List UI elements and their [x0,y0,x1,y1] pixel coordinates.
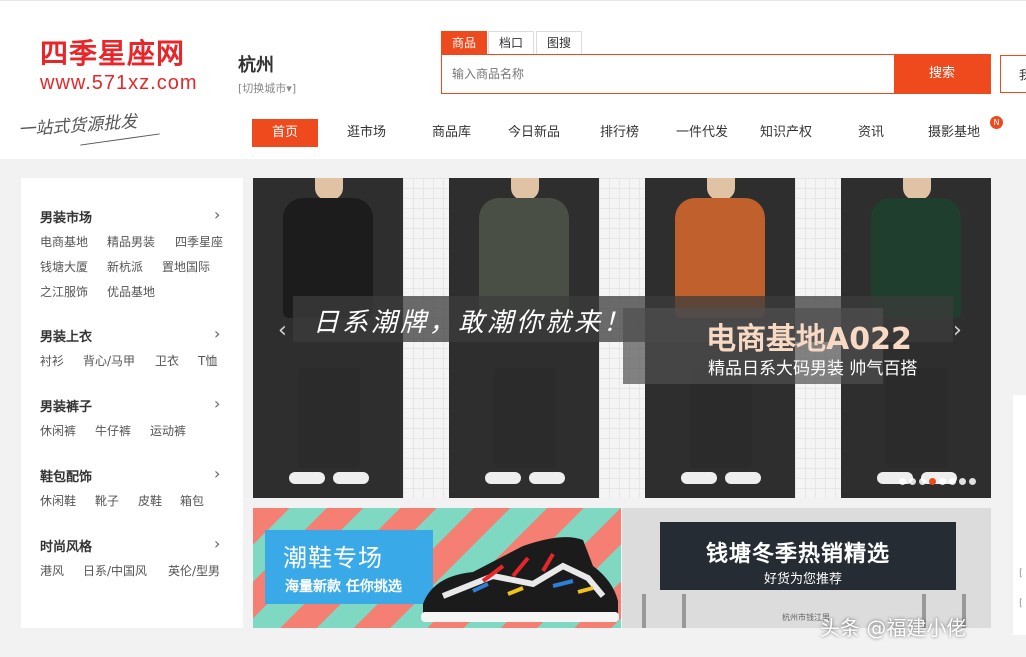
category-title[interactable]: 鞋包配饰 [40,466,92,485]
chevron-right-icon[interactable]: › [214,396,220,412]
nav-ranking[interactable]: 排行榜 [600,119,639,147]
banner-promo-sub: 精品日系大码男装 帅气百搭 [708,359,918,379]
search-tab-image[interactable]: 图搜 [536,31,582,54]
site-header: 四季星座网 www.571xz.com 一站式货源批发 杭州 [切换城市▾] 商… [0,0,1026,159]
category-link[interactable]: 钱塘大厦 [40,258,88,275]
sneaker-icon [421,537,619,622]
search-extra-button[interactable]: 我 [1000,55,1026,93]
model-shoe [333,472,369,484]
category-link[interactable]: 之江服饰 [40,283,88,300]
model-pants [298,368,360,468]
category-link[interactable]: 卫衣 [155,352,179,369]
category-link[interactable]: 港风 [40,562,64,579]
search-box: 搜索 [441,54,991,94]
logo-url: www.571xz.com [40,72,198,94]
category-link[interactable]: 皮鞋 [138,492,162,509]
slogan-underline [80,133,160,146]
chevron-right-icon[interactable]: › [214,536,220,552]
nav-products[interactable]: 商品库 [432,119,471,147]
nav-home[interactable]: 首页 [252,119,318,147]
winter-promo-title: 钱塘冬季热销精选 [706,542,891,567]
category-link[interactable]: 衬衫 [40,352,64,369]
model-shoe [529,472,565,484]
new-badge: N [990,116,1003,129]
category-link[interactable]: 休闲裤 [40,422,76,439]
search-input[interactable] [442,55,894,93]
model-face [707,178,735,200]
nav-ip[interactable]: 知识产权 [760,119,812,147]
carousel-dot[interactable] [899,478,906,485]
category-link[interactable]: 休闲鞋 [40,492,76,509]
chevron-right-icon[interactable]: › [214,326,220,342]
category-link[interactable]: 四季星座 [175,233,223,250]
nav-new-today[interactable]: 今日新品 [508,119,560,147]
nav-dropship[interactable]: 一件代发 [676,119,728,147]
model-shoe [289,472,325,484]
search-button[interactable]: 搜索 [894,55,990,93]
category-link[interactable]: 电商基地 [40,233,88,250]
category-link[interactable]: 日系/中国风 [83,562,147,579]
hero-carousel[interactable]: 日系潮牌，敢潮你就来！ 电商基地A022 精品日系大码男装 帅气百搭 ‹ › [253,178,991,498]
logo-text: 四季星座网 [40,37,186,70]
banner-promo-title: 电商基地A022 [706,322,912,357]
winter-promo-banner[interactable]: 钱塘冬季热销精选 好货为您推荐 杭州市钱江男 [622,508,991,628]
search-tab-goods[interactable]: 商品 [441,31,487,54]
carousel-dot[interactable] [949,478,956,485]
category-link[interactable]: 新杭派 [107,258,143,275]
sneaker-promo-title: 潮鞋专场 [283,544,383,572]
model-shoe [725,472,761,484]
category-link[interactable]: 置地国际 [162,258,210,275]
category-link[interactable]: 运动裤 [150,422,186,439]
model-shoe [681,472,717,484]
category-title[interactable]: 男装裤子 [40,396,92,415]
category-link[interactable]: T恤 [198,352,217,369]
sneaker-promo-banner[interactable]: 潮鞋专场 海量新款 任你挑选 [253,508,621,628]
edge-mark: [ [1019,598,1023,609]
model-shoe [485,472,521,484]
carousel-prev-icon[interactable]: ‹ [278,318,287,343]
chevron-right-icon[interactable]: › [214,466,220,482]
category-link[interactable]: 箱包 [180,492,204,509]
site-logo[interactable]: 四季星座网 www.571xz.com [40,37,215,95]
category-title[interactable]: 男装上衣 [40,326,92,345]
edge-mark: [ [1019,568,1023,579]
winter-promo-sub: 好货为您推荐 [764,572,843,587]
chevron-right-icon[interactable]: › [214,207,220,223]
carousel-dot[interactable] [929,478,936,485]
category-link[interactable]: 精品男装 [107,233,155,250]
model-shoe [877,472,913,484]
category-title[interactable]: 时尚风格 [40,536,92,555]
switch-city-link[interactable]: [切换城市▾] [238,80,296,96]
clothes-hanger [682,594,686,628]
carousel-dot[interactable] [959,478,966,485]
carousel-dot[interactable] [919,478,926,485]
category-link[interactable]: 靴子 [95,492,119,509]
model-pants [886,368,948,468]
nav-news[interactable]: 资讯 [858,119,884,147]
model-face [903,178,931,200]
category-link[interactable]: 优品基地 [107,283,155,300]
carousel-dot[interactable] [939,478,946,485]
model-face [511,178,539,200]
nav-photo-base[interactable]: 摄影基地 [928,119,980,147]
current-city: 杭州 [238,55,274,76]
category-link[interactable]: 背心/马甲 [83,352,135,369]
model-pants [494,368,556,468]
watermark: 头条 @福建小佬 [820,616,967,640]
category-link[interactable]: 英伦/型男 [168,562,220,579]
category-title[interactable]: 男装市场 [40,207,92,226]
carousel-dot[interactable] [969,478,976,485]
clothes-hanger [642,594,646,628]
category-link[interactable]: 牛仔裤 [95,422,131,439]
category-sidebar: 男装市场 › 电商基地 精品男装 四季星座 钱塘大厦 新杭派 置地国际 之江服饰… [21,178,243,628]
sneaker-promo-sub: 海量新款 任你挑选 [285,579,402,595]
logo-slogan: 一站式货源批发 [17,111,138,141]
search-tab-stall[interactable]: 档口 [488,31,534,54]
model-face [315,178,343,200]
nav-markets[interactable]: 逛市场 [347,119,386,147]
carousel-dot[interactable] [909,478,916,485]
banner-slogan: 日系潮牌，敢潮你就来！ [313,308,633,338]
carousel-next-icon[interactable]: › [953,318,962,343]
